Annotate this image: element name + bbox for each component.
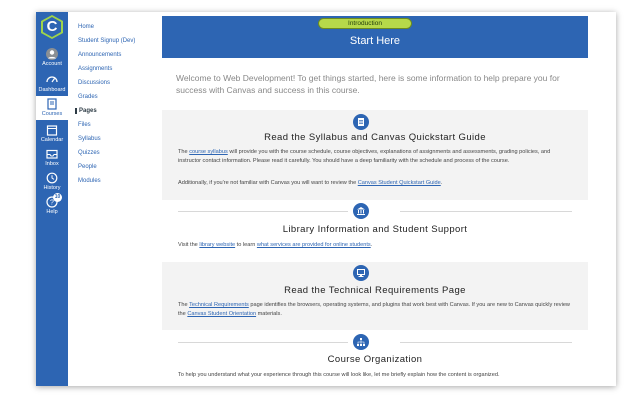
dashboard-icon — [46, 76, 58, 83]
courses-icon — [47, 98, 57, 110]
student-orientation-link[interactable]: Canvas Student Orientation — [187, 311, 256, 317]
logo-letter: C — [46, 18, 58, 35]
gnav-account[interactable]: Account — [36, 46, 68, 70]
library-text-pre: Visit the — [178, 242, 200, 248]
course-nav-home[interactable]: Home — [78, 24, 94, 30]
course-nav-quizzes[interactable]: Quizzes — [78, 150, 100, 156]
library-section-icon-wrap — [353, 203, 369, 219]
syllabus-section-icon-wrap — [353, 114, 369, 130]
computer-icon — [357, 269, 365, 277]
tech-section-title: Read the Technical Requirements Page — [284, 285, 466, 296]
quickstart-text-post: . — [440, 180, 443, 186]
gnav-courses[interactable]: Courses — [36, 96, 68, 120]
technical-requirements-link[interactable]: Technical Requirements — [189, 302, 249, 308]
course-nav-grades[interactable]: Grades — [78, 94, 98, 100]
page-content: Introduction Start Here Welcome to Web D… — [160, 12, 616, 386]
library-section: Library Information and Student Support … — [162, 203, 588, 251]
page-title: Start Here — [349, 35, 401, 47]
tech-requirements-section: Read the Technical Requirements Page The… — [162, 262, 588, 330]
course-nav-discussions[interactable]: Discussions — [78, 80, 110, 86]
syllabus-text-pre: The — [178, 149, 190, 155]
organization-paragraph: To help you understand what your experie… — [178, 372, 500, 378]
organization-section-icon-wrap — [353, 334, 369, 350]
history-icon — [46, 172, 58, 184]
gnav-courses-label: Courses — [41, 111, 63, 117]
gnav-inbox[interactable]: Inbox — [36, 146, 68, 170]
gnav-dashboard[interactable]: Dashboard — [36, 72, 68, 96]
course-nav-modules[interactable]: Modules — [78, 178, 101, 184]
gnav-help-label: Help — [46, 209, 58, 215]
gnav-history[interactable]: History — [36, 170, 68, 194]
library-text-mid: to learn — [235, 242, 257, 248]
help-badge: 10 — [53, 193, 62, 202]
sitemap-icon — [357, 338, 365, 346]
syllabus-paragraph: The course syllabus will provide you wit… — [178, 148, 574, 166]
canvas-window: C Account Dashboard Courses Calendar Inb… — [36, 12, 616, 386]
start-here-banner: Introduction Start Here — [162, 16, 588, 58]
course-nav-syllabus[interactable]: Syllabus — [78, 136, 101, 142]
organization-section-title: Course Organization — [327, 354, 423, 365]
course-organization-section: Course Organization To help you understa… — [162, 334, 588, 386]
global-nav: C Account Dashboard Courses Calendar Inb… — [36, 12, 68, 386]
library-website-link[interactable]: library website — [199, 242, 235, 248]
welcome-text: Welcome to Web Development! To get thing… — [176, 73, 560, 95]
account-icon — [46, 48, 58, 60]
gnav-help[interactable]: ? 10 Help — [36, 193, 68, 218]
course-nav-files[interactable]: Files — [78, 122, 91, 128]
gnav-calendar[interactable]: Calendar — [36, 122, 68, 146]
inbox-icon — [46, 149, 58, 159]
library-icon — [357, 207, 365, 215]
gnav-history-label: History — [43, 185, 61, 191]
course-syllabus-link[interactable]: course syllabus — [189, 149, 228, 155]
course-nav-student-signup[interactable]: Student Signup (Dev) — [78, 38, 135, 44]
introduction-pill: Introduction — [318, 18, 412, 29]
calendar-icon — [46, 125, 58, 136]
canvas-logo[interactable]: C — [37, 13, 67, 43]
course-nav-assignments[interactable]: Assignments — [78, 66, 112, 72]
course-nav: Home Student Signup (Dev) Announcements … — [68, 12, 158, 386]
tech-section-icon-wrap — [353, 265, 369, 281]
library-text-post: . — [370, 242, 373, 248]
syllabus-text-post: will provide you with the course schedul… — [178, 149, 551, 164]
course-nav-pages[interactable]: Pages — [75, 108, 97, 114]
tech-text-pre: The — [178, 302, 190, 308]
course-nav-people[interactable]: People — [78, 164, 97, 170]
online-services-link[interactable]: what services are provided for online st… — [257, 242, 371, 248]
gnav-calendar-label: Calendar — [40, 137, 64, 143]
tech-paragraph: The Technical Requirements page identifi… — [178, 301, 574, 319]
gnav-inbox-label: Inbox — [45, 161, 59, 167]
library-section-title: Library Information and Student Support — [282, 224, 468, 235]
document-icon — [358, 118, 364, 126]
tech-text-post: materials. — [256, 311, 282, 317]
course-nav-announcements[interactable]: Announcements — [78, 52, 121, 58]
syllabus-section-title: Read the Syllabus and Canvas Quickstart … — [264, 132, 486, 143]
quickstart-guide-link[interactable]: Canvas Student Quickstart Guide — [358, 180, 441, 186]
library-paragraph: Visit the library website to learn what … — [178, 241, 574, 250]
gnav-account-label: Account — [42, 61, 62, 67]
syllabus-section: Read the Syllabus and Canvas Quickstart … — [162, 110, 588, 200]
gnav-dashboard-label: Dashboard — [38, 87, 66, 93]
quickstart-paragraph: Additionally, if you're not familiar wit… — [178, 179, 574, 188]
quickstart-text-pre: Additionally, if you're not familiar wit… — [178, 180, 358, 186]
